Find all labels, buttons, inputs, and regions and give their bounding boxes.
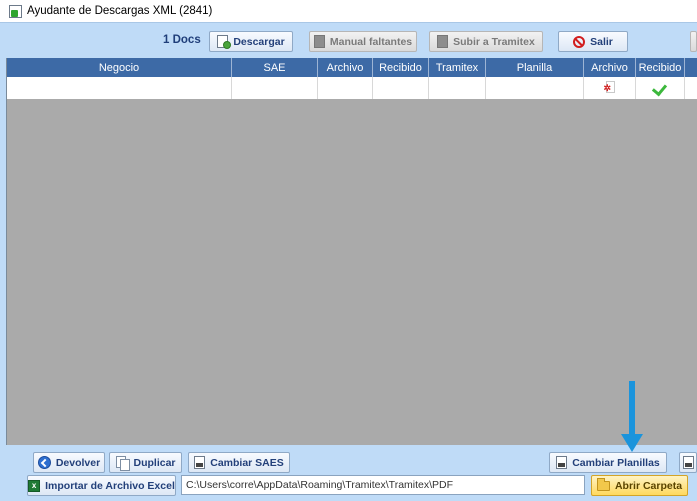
column-header-sae[interactable]: SAE — [232, 58, 318, 77]
back-arrow-icon — [37, 456, 51, 469]
abrir-carpeta-label: Abrir Carpeta — [614, 479, 683, 492]
column-header-negocio[interactable]: Negocio — [7, 58, 232, 77]
column-header-archivo[interactable]: Archivo — [318, 58, 373, 77]
cambiar-saes-button[interactable]: Cambiar SAES — [188, 452, 290, 473]
document-edit-icon — [194, 456, 206, 469]
subir-tramitex-label: Subir a Tramitex — [453, 35, 535, 48]
importar-excel-label: Importar de Archivo Excel — [45, 479, 175, 492]
bottom-overflow-button[interactable] — [679, 452, 697, 473]
importar-excel-button[interactable]: x Importar de Archivo Excel — [27, 475, 176, 496]
descargar-label: Descargar — [233, 35, 285, 48]
duplicar-label: Duplicar — [133, 456, 176, 469]
pdf-path-field[interactable]: C:\Users\corre\AppData\Roaming\Tramitex\… — [181, 475, 585, 495]
column-header-recibido[interactable]: Recibido — [373, 58, 429, 77]
manual-faltantes-label: Manual faltantes — [329, 35, 413, 48]
cell-archivo-icon[interactable]: ✲ — [584, 77, 636, 99]
toolbar-overflow-button[interactable] — [690, 31, 697, 52]
column-header-archivo-icon[interactable]: Archivo — [584, 58, 636, 77]
app-icon — [9, 4, 22, 18]
checkmark-icon — [653, 82, 667, 94]
documents-grid[interactable]: Negocio SAE Archivo Recibido Tramitex Pl… — [6, 58, 697, 445]
pdf-icon[interactable]: ✲ — [604, 81, 616, 95]
column-header-recibido-icon[interactable]: Recibido — [636, 58, 685, 77]
cambiar-planillas-label: Cambiar Planillas — [572, 456, 660, 469]
document-icon — [313, 35, 325, 48]
cell-planilla[interactable] — [486, 77, 584, 99]
grid-header: Negocio SAE Archivo Recibido Tramitex Pl… — [7, 58, 697, 77]
devolver-button[interactable]: Devolver — [33, 452, 105, 473]
annotation-arrow-icon — [621, 381, 643, 453]
cambiar-saes-label: Cambiar SAES — [210, 456, 284, 469]
salir-button[interactable]: Salir — [558, 31, 628, 52]
document-icon — [683, 456, 694, 469]
salir-label: Salir — [590, 35, 613, 48]
manual-faltantes-button[interactable]: Manual faltantes — [309, 31, 417, 52]
column-header-planilla[interactable]: Planilla — [486, 58, 584, 77]
duplicar-button[interactable]: Duplicar — [109, 452, 182, 473]
cell-tramitex[interactable] — [429, 77, 486, 99]
column-header-tramitex[interactable]: Tramitex — [429, 58, 486, 77]
duplicate-icon — [115, 456, 130, 471]
window-title: Ayudante de Descargas XML (2841) — [27, 5, 213, 17]
document-edit-icon — [556, 456, 568, 469]
table-row[interactable]: ✲ — [7, 77, 697, 99]
cell-recibido[interactable] — [373, 77, 429, 99]
descargar-button[interactable]: Descargar — [209, 31, 293, 52]
cell-sae[interactable] — [232, 77, 318, 99]
docs-count-label: 1 Docs — [163, 34, 201, 46]
cambiar-planillas-button[interactable]: Cambiar Planillas — [549, 452, 667, 473]
cell-negocio[interactable] — [7, 77, 232, 99]
cell-recibido-icon[interactable] — [636, 77, 685, 99]
abrir-carpeta-button[interactable]: Abrir Carpeta — [591, 475, 688, 496]
cell-archivo[interactable] — [318, 77, 373, 99]
devolver-label: Devolver — [55, 456, 101, 469]
excel-icon: x — [28, 479, 41, 492]
folder-icon — [596, 477, 610, 491]
column-header-filler — [685, 58, 697, 77]
title-bar: Ayudante de Descargas XML (2841) — [0, 0, 697, 22]
upload-document-icon — [437, 35, 449, 48]
prohibited-icon — [573, 35, 586, 48]
download-icon — [217, 35, 232, 49]
subir-tramitex-button[interactable]: Subir a Tramitex — [429, 31, 543, 52]
cell-filler — [685, 77, 697, 99]
